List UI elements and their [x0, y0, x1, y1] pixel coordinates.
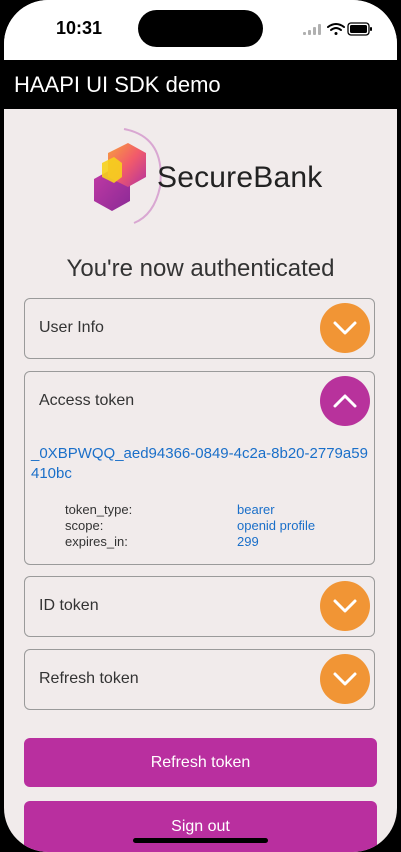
- phone-screen: 10:31 HAAPI UI SDK demo SecureBank You'r…: [4, 0, 397, 852]
- app-bar: HAAPI UI SDK demo: [4, 60, 397, 109]
- section-title: ID token: [39, 597, 99, 614]
- sign-out-button[interactable]: Sign out: [24, 801, 377, 852]
- chevron-down-icon: [333, 599, 357, 613]
- token-field-value: bearer: [237, 502, 275, 517]
- token-field-key: expires_in:: [65, 534, 128, 549]
- status-time: 10:31: [56, 18, 103, 38]
- section-refresh-token[interactable]: Refresh token: [24, 649, 375, 710]
- access-token-value: _0XBPWQQ_aed94366-0849-4c2a-8b20-2779a59…: [31, 445, 368, 482]
- token-field-value: 299: [237, 534, 259, 549]
- securebank-logo-mark-icon: [94, 128, 162, 224]
- section-user-info[interactable]: User Info: [24, 298, 375, 359]
- home-indicator: [133, 838, 268, 843]
- expand-button[interactable]: [320, 654, 370, 704]
- section-id-token[interactable]: ID token: [24, 576, 375, 637]
- token-field-key: token_type:: [65, 502, 133, 517]
- chevron-down-icon: [333, 321, 357, 335]
- dynamic-island: [138, 10, 263, 47]
- main-content: SecureBank You're now authenticated User…: [4, 109, 397, 852]
- section-access-token: Access token _0XBPWQQ_aed94366-0849-4c2a…: [24, 371, 375, 565]
- status-bar: 10:31: [4, 0, 397, 60]
- token-field-value: openid profile: [237, 518, 316, 533]
- signal-icon: [303, 24, 321, 35]
- chevron-down-icon: [333, 672, 357, 686]
- chevron-up-icon: [333, 394, 357, 408]
- refresh-token-button[interactable]: Refresh token: [24, 738, 377, 787]
- page-title: You're now authenticated: [66, 255, 335, 282]
- section-title: Refresh token: [39, 670, 139, 687]
- battery-icon: [347, 22, 372, 36]
- app-title: HAAPI UI SDK demo: [14, 72, 221, 97]
- wifi-icon: [327, 23, 345, 35]
- token-field-key: scope:: [65, 518, 104, 533]
- securebank-logo: SecureBank: [74, 127, 334, 227]
- expand-button[interactable]: [320, 303, 370, 353]
- collapse-button[interactable]: [320, 376, 370, 426]
- section-title: User Info: [39, 319, 104, 336]
- expand-button[interactable]: [320, 581, 370, 631]
- logo-text: SecureBank: [157, 161, 323, 194]
- section-title: Access token: [39, 392, 135, 409]
- status-icons: [303, 22, 373, 36]
